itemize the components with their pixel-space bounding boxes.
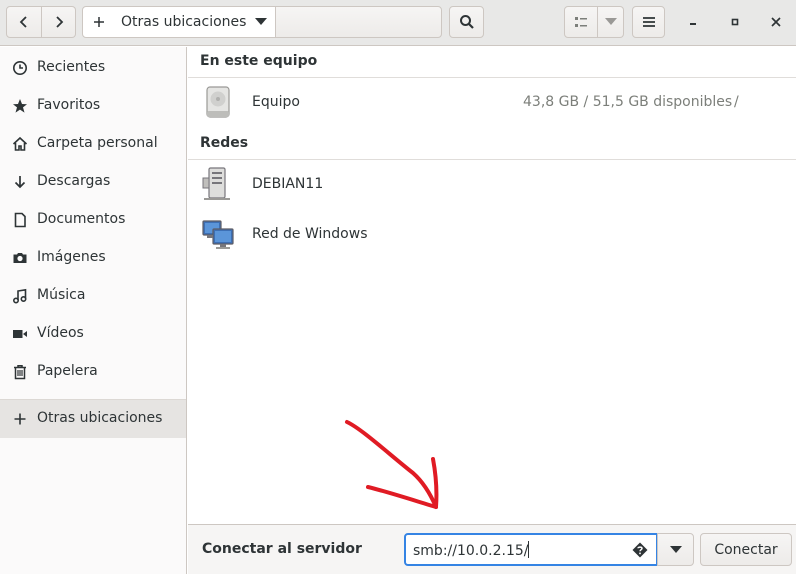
clock-icon [13, 61, 27, 75]
sidebar-item-papelera[interactable]: Papelera [0, 353, 186, 391]
video-icon [13, 330, 27, 338]
home-icon [12, 136, 28, 151]
location-name: Red de Windows [252, 226, 368, 242]
text-cursor [528, 541, 530, 558]
star-icon [13, 99, 27, 113]
sidebar-item-favoritos[interactable]: Favoritos [0, 87, 186, 125]
main-menu-button[interactable] [632, 6, 665, 38]
connect-to-server-label: Conectar al servidor [202, 541, 362, 557]
view-options-button[interactable] [598, 6, 624, 38]
recent-servers-dropdown[interactable] [657, 533, 694, 566]
sidebar-item-label: Imágenes [37, 249, 106, 265]
sidebar-item-label: Documentos [37, 211, 126, 227]
hamburger-icon [642, 17, 655, 27]
triangle-down-icon [669, 545, 682, 553]
sidebar-item-videos[interactable]: Vídeos [0, 315, 186, 353]
sidebar-item-label: Favoritos [37, 97, 101, 113]
header-bar: Otras ubicaciones [0, 0, 796, 46]
document-icon [14, 212, 26, 228]
plus-icon [94, 17, 104, 27]
sidebar-item-musica[interactable]: Música [0, 277, 186, 315]
sidebar-item-label: Recientes [37, 59, 106, 75]
triangle-down-icon[interactable] [255, 18, 267, 26]
location-mount-point: / [734, 94, 739, 110]
view-list-button[interactable] [564, 6, 598, 38]
red-arrow-annotation [345, 420, 439, 509]
arrow-down-icon [14, 176, 26, 189]
back-button[interactable] [6, 6, 42, 38]
sidebar-item-documentos[interactable]: Documentos [0, 201, 186, 239]
chevron-left-icon [19, 16, 27, 28]
sidebar-item-label: Carpeta personal [37, 135, 158, 151]
sidebar-item-label: Descargas [37, 173, 111, 189]
connect-button[interactable]: Conectar [700, 533, 792, 566]
server-address-value: smb://10.0.2.15/ [413, 543, 529, 559]
minimize-button[interactable] [677, 6, 709, 38]
sidebar-item-recientes[interactable]: Recientes [0, 49, 186, 87]
search-button[interactable] [449, 6, 484, 38]
camera-icon [13, 253, 27, 263]
sidebar-item-label: Papelera [37, 363, 98, 379]
pathbar-label: Otras ubicaciones [121, 14, 247, 30]
location-row-equipo[interactable]: Equipo 43,8 GB / 51,5 GB disponibles / [188, 78, 796, 128]
maximize-icon [731, 18, 739, 26]
section-header-this-computer: En este equipo [200, 53, 318, 69]
location-capacity: 43,8 GB / 51,5 GB disponibles [523, 94, 733, 110]
close-icon [771, 17, 781, 27]
sidebar-item-label: Otras ubicaciones [37, 410, 163, 426]
sidebar-item-label: Música [37, 287, 86, 303]
sidebar-item-imagenes[interactable]: Imágenes [0, 239, 186, 277]
location-name: DEBIAN11 [252, 176, 324, 192]
minimize-icon [690, 23, 696, 25]
maximize-button[interactable] [719, 6, 751, 38]
help-icon[interactable] [632, 542, 648, 558]
close-button[interactable] [760, 6, 792, 38]
plus-icon [14, 413, 26, 425]
forward-button[interactable] [42, 6, 76, 38]
sidebar-item-label: Vídeos [37, 325, 84, 341]
network-icon [202, 220, 234, 249]
sidebar-item-descargas[interactable]: Descargas [0, 163, 186, 201]
search-icon [459, 15, 474, 29]
location-row-debian11[interactable]: DEBIAN11 [188, 160, 796, 210]
sidebar-item-otras-ubicaciones[interactable]: Otras ubicaciones [0, 400, 186, 438]
music-icon [12, 288, 27, 304]
drive-icon [206, 86, 230, 118]
sidebar-item-carpeta-personal[interactable]: Carpeta personal [0, 125, 186, 163]
location-name: Equipo [252, 94, 300, 110]
trash-icon [14, 365, 26, 380]
server-icon [202, 167, 230, 200]
locations-view: En este equipo Equipo 43,8 GB / 51,5 GB … [188, 47, 796, 525]
section-header-networks: Redes [200, 135, 249, 151]
server-address-input[interactable]: smb://10.0.2.15/ [404, 533, 658, 566]
sidebar: Recientes Favoritos Carpeta personal Des… [0, 47, 187, 574]
list-view-icon [575, 17, 587, 27]
chevron-right-icon [55, 16, 63, 28]
pathbar-empty-area [275, 6, 442, 38]
location-row-red-de-windows[interactable]: Red de Windows [188, 210, 796, 260]
pathbar-current-location[interactable]: Otras ubicaciones [82, 6, 276, 38]
triangle-down-icon [604, 18, 617, 25]
connect-to-server-bar: Conectar al servidor smb://10.0.2.15/ Co… [188, 524, 796, 574]
